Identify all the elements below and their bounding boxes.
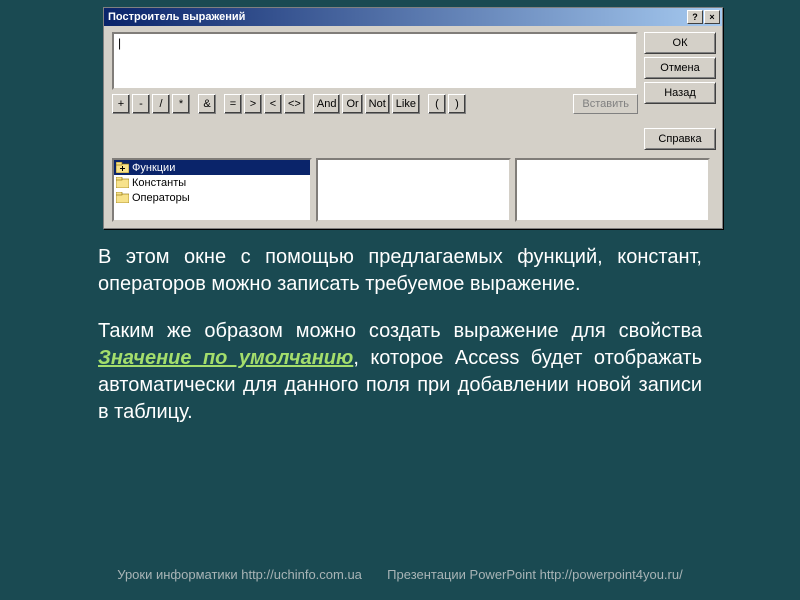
op-minus[interactable]: -	[132, 94, 150, 114]
help-icon[interactable]: ?	[687, 10, 703, 24]
folder-icon	[116, 177, 129, 188]
paragraph-2: Таким же образом можно создать выражение…	[98, 318, 702, 426]
slide-footer: Уроки информатики http://uchinfo.com.ua …	[0, 567, 800, 582]
cancel-button[interactable]: Отмена	[644, 57, 716, 79]
category-tree-panel[interactable]: Функции Константы Операторы	[112, 158, 312, 222]
op-plus[interactable]: +	[112, 94, 130, 114]
op-divide[interactable]: /	[152, 94, 170, 114]
insert-button[interactable]: Вставить	[573, 94, 638, 114]
op-or[interactable]: Or	[342, 94, 362, 114]
folder-icon	[116, 192, 129, 203]
close-icon[interactable]: ×	[704, 10, 720, 24]
op-not[interactable]: Not	[365, 94, 390, 114]
op-lparen[interactable]: (	[428, 94, 446, 114]
tree-item-operators[interactable]: Операторы	[114, 190, 310, 205]
highlight-default-value: Значение по умолчанию	[98, 347, 353, 369]
op-multiply[interactable]: *	[172, 94, 190, 114]
right-panel[interactable]	[515, 158, 710, 222]
tree-label: Константы	[132, 177, 186, 189]
slide-body-text: В этом окне с помощью предлагаемых функц…	[98, 244, 702, 446]
op-amp[interactable]: &	[198, 94, 216, 114]
folder-plus-icon	[116, 162, 129, 173]
expression-input[interactable]: |	[112, 32, 638, 90]
tree-item-functions[interactable]: Функции	[114, 160, 310, 175]
op-gt[interactable]: >	[244, 94, 262, 114]
window-title: Построитель выражений	[108, 11, 687, 23]
help-button[interactable]: Справка	[644, 128, 716, 150]
operator-toolbar: + - / * & = > < <> And Or Not Like	[112, 94, 638, 114]
ok-button[interactable]: ОК	[644, 32, 716, 54]
titlebar[interactable]: Построитель выражений ? ×	[104, 8, 722, 26]
back-button[interactable]: Назад	[644, 82, 716, 104]
tree-item-constants[interactable]: Константы	[114, 175, 310, 190]
op-neq[interactable]: <>	[284, 94, 305, 114]
footer-left: Уроки информатики http://uchinfo.com.ua	[117, 567, 362, 582]
op-rparen[interactable]: )	[448, 94, 466, 114]
tree-label: Функции	[132, 162, 175, 174]
op-like[interactable]: Like	[392, 94, 420, 114]
op-lt[interactable]: <	[264, 94, 282, 114]
footer-right: Презентации PowerPoint http://powerpoint…	[387, 567, 683, 582]
op-and[interactable]: And	[313, 94, 341, 114]
expression-builder-window: Построитель выражений ? × | + - / * & = …	[103, 7, 723, 229]
tree-label: Операторы	[132, 192, 190, 204]
paragraph-1: В этом окне с помощью предлагаемых функц…	[98, 244, 702, 298]
op-eq[interactable]: =	[224, 94, 242, 114]
middle-panel[interactable]	[316, 158, 511, 222]
